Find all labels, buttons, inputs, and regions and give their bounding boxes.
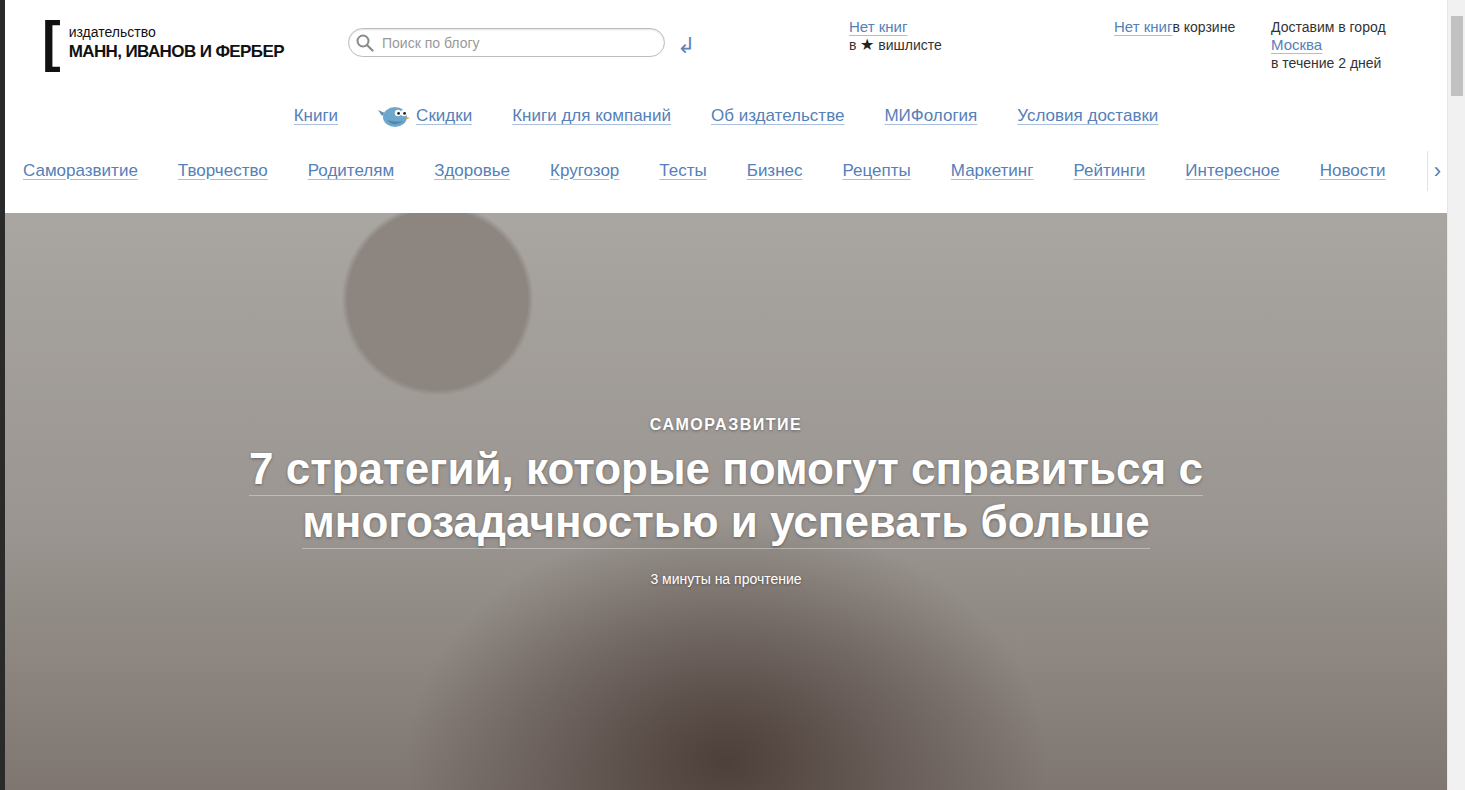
category-link[interactable]: Рецепты [843, 161, 911, 181]
category-link[interactable]: Новости [1320, 161, 1386, 181]
category-link[interactable]: Тесты [659, 161, 706, 181]
hero-category[interactable]: САМОРАЗВИТИЕ [650, 415, 802, 435]
search-submit-icon[interactable]: ↲ [677, 35, 695, 57]
hero-title[interactable]: 7 стратегий, которые помогут справиться … [249, 443, 1203, 549]
main-nav-label: Об издательстве [711, 106, 844, 126]
hero-banner[interactable]: САМОРАЗВИТИЕ 7 стратегий, которые помогут… [5, 213, 1447, 790]
delivery-info: Доставим в городМосквав течение 2 дней [1271, 18, 1447, 75]
scrollbar-thumb[interactable] [1451, 16, 1463, 96]
main-nav: Книги Скидки Книги для компаний Об издатель… [5, 101, 1447, 131]
site-header: [издательствоМАНН, ИВАНОВ И ФЕРБЕР↲Нет к… [5, 0, 1447, 213]
category-link[interactable]: Бизнес [747, 161, 803, 181]
hero-read-time: 3 минуты на прочтение [650, 571, 801, 587]
main-nav-label: Книги [294, 106, 338, 126]
category-nav: Саморазвитие Творчество Родителям Здоровье К… [5, 161, 1427, 181]
main-nav-item[interactable]: Скидки [378, 102, 472, 130]
delivery-line3: в течение 2 дней [1271, 54, 1381, 72]
wishlist-label: в ★ вишлисте [849, 36, 1114, 54]
delivery-city-link[interactable]: Москва [1271, 36, 1322, 54]
hero-content: САМОРАЗВИТИЕ 7 стратегий, которые помогут… [5, 213, 1447, 587]
top-row: [издательствоМАНН, ИВАНОВ И ФЕРБЕР↲Нет к… [5, 0, 1447, 75]
category-link[interactable]: Саморазвитие [23, 161, 138, 181]
main-nav-label: Книги для компаний [512, 106, 671, 126]
delivery-line1: Доставим в город [1271, 18, 1386, 36]
category-link[interactable]: Родителям [308, 161, 394, 181]
main-nav-item[interactable]: Книги [294, 106, 338, 126]
wishlist-link[interactable]: Нет книг [849, 18, 907, 35]
category-link[interactable]: Здоровье [434, 161, 510, 181]
category-link[interactable]: Творчество [178, 161, 268, 181]
main-nav-item[interactable]: Условия доставки [1017, 106, 1158, 126]
cart-link[interactable]: Нет книг [1114, 18, 1172, 35]
logo-line2: МАНН, ИВАНОВ И ФЕРБЕР [69, 40, 284, 64]
search-area: ↲ [348, 28, 849, 57]
main-nav-label: МИФология [884, 106, 977, 126]
category-link[interactable]: Маркетинг [951, 161, 1034, 181]
logo-line1: издательство [69, 24, 284, 40]
wishlist-status: Нет книгв ★ вишлисте [849, 18, 1114, 75]
cart-label: в корзине [1172, 19, 1235, 35]
category-link[interactable]: Интересное [1185, 161, 1279, 181]
publisher-logo[interactable]: [издательствоМАНН, ИВАНОВ И ФЕРБЕР [42, 18, 348, 75]
search-field[interactable] [348, 28, 665, 57]
main-nav-item[interactable]: Книги для компаний [512, 106, 671, 126]
browser-page: [издательствоМАНН, ИВАНОВ И ФЕРБЕР↲Нет к… [0, 0, 1465, 790]
cart-status: Нет книгв корзине [1114, 18, 1271, 75]
main-nav-label: Условия доставки [1017, 106, 1158, 126]
logo-bracket: [ [42, 16, 61, 66]
search-input[interactable] [380, 34, 654, 52]
category-next-button[interactable]: › [1427, 151, 1447, 191]
bird-icon [378, 102, 410, 130]
main-nav-label: Скидки [416, 106, 472, 126]
main-nav-item[interactable]: МИФология [884, 106, 977, 126]
logo-text: издательствоМАНН, ИВАНОВ И ФЕРБЕР [69, 18, 284, 64]
hero-title-line: многозадачностью и успевать больше [302, 496, 1149, 549]
blog-page: [издательствоМАНН, ИВАНОВ И ФЕРБЕР↲Нет к… [0, 0, 1447, 790]
category-bar: Саморазвитие Творчество Родителям Здоровье К… [5, 151, 1447, 191]
scrollbar[interactable] [1447, 0, 1465, 790]
star-icon: ★ [860, 36, 874, 53]
hero-title-line: 7 стратегий, которые помогут справиться … [249, 443, 1203, 496]
main-nav-item[interactable]: Об издательстве [711, 106, 844, 126]
category-link[interactable]: Кругозор [550, 161, 619, 181]
magnifier-icon [356, 34, 374, 52]
category-link[interactable]: Рейтинги [1073, 161, 1145, 181]
